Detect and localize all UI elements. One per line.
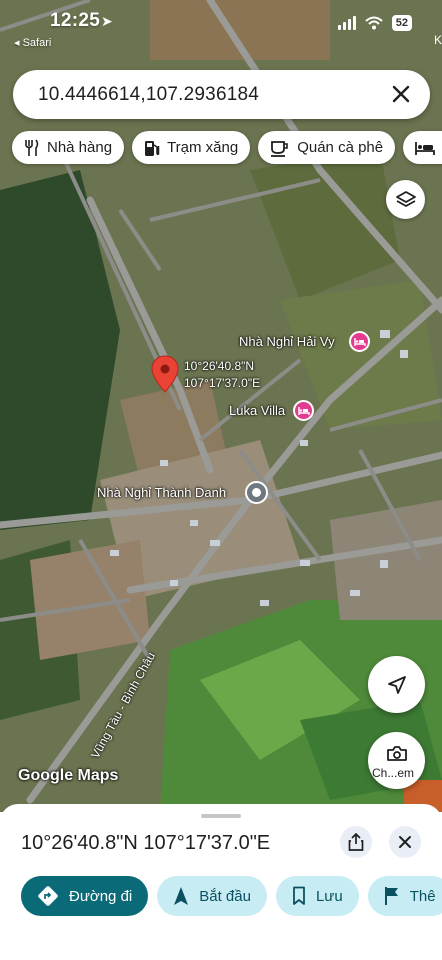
cellular-signal-icon [337,16,356,30]
poi-label-hai-vy[interactable]: Nhà Nghỉ Hải Vy [239,334,335,349]
wifi-icon [365,16,383,30]
my-location-button[interactable] [368,656,425,713]
navigation-arrow-icon [387,675,406,694]
camera-icon [386,745,407,761]
status-bar: 12:25 ➤ ◂ Safari 52 K [0,0,442,50]
hotel-icon[interactable] [293,400,314,421]
place-sheet: 10°26'40.8"N 107°17'37.0"E Đường đi Bắt … [0,804,442,960]
layers-button[interactable] [386,180,425,219]
sheet-drag-handle[interactable] [201,814,241,818]
action-label: Lưu [315,887,343,905]
place-title: 10°26'40.8"N 107°17'37.0"E [21,832,271,854]
dropped-pin-icon[interactable] [151,355,179,393]
category-chips: Nhà hàng Trạm xăng Quán cà phê [12,131,442,164]
start-button[interactable]: Bắt đầu [157,876,267,916]
flag-icon [384,887,398,905]
hotel-icon [415,141,436,155]
share-button[interactable] [340,826,372,858]
chip-label: Quán cà phê [297,139,384,156]
google-maps-logo: Google Maps [18,767,119,784]
status-time: 12:25 [50,10,101,31]
directions-button[interactable]: Đường đi [21,876,149,916]
location-arrow-icon: ➤ [101,13,113,29]
edge-text: K [433,33,442,47]
pin-longitude: 107°17'37.0"E [184,376,261,390]
place-icon[interactable] [245,481,268,504]
chip-label: Trạm xăng [167,139,239,156]
close-icon [399,836,411,848]
add-label-button[interactable]: Thê [367,876,442,916]
search-bar[interactable]: 10.4446614,107.2936184 [13,70,430,119]
layers-icon [395,190,416,207]
back-to-app-link[interactable]: ◂ Safari [14,36,51,49]
gas-station-icon [145,140,160,156]
chip-restaurants[interactable]: Nhà hàng [12,131,125,164]
poi-label-thanh-danh[interactable]: Nhà Nghỉ Thành Danh [97,485,226,500]
action-label: Thê [409,887,436,905]
close-icon[interactable] [386,79,416,109]
action-label: Đường đi [69,887,133,905]
share-icon [348,833,364,851]
action-buttons: Đường đi Bắt đầu Lưu Thê [21,876,442,916]
directions-icon [38,886,58,906]
action-label: Bắt đầu [199,887,251,905]
chip-label: Nhà hàng [47,139,113,156]
chip-gas-stations[interactable]: Trạm xăng [132,131,251,164]
restaurant-icon [25,139,39,156]
chip-coffee[interactable]: Quán cà phê [258,131,396,164]
pin-coordinates: 10°26'40.8"N 107°17'37.0"E [184,358,260,392]
lens-button-label: Ch...em [372,766,415,780]
lens-button[interactable] [368,732,425,789]
poi-label-luka-villa[interactable]: Luka Villa [229,403,285,418]
pin-latitude: 10°26'40.8"N [184,359,255,373]
hotel-icon[interactable] [349,331,370,352]
coffee-icon [271,140,289,157]
chip-hotels[interactable]: Kh [403,131,442,164]
map-view[interactable]: 12:25 ➤ ◂ Safari 52 K 10.4446614,107.293… [0,0,442,812]
bookmark-icon [293,886,305,905]
save-button[interactable]: Lưu [275,876,359,916]
search-query[interactable]: 10.4446614,107.2936184 [38,84,259,106]
battery-indicator: 52 [391,15,412,31]
close-sheet-button[interactable] [389,826,421,858]
navigation-icon [174,887,189,905]
